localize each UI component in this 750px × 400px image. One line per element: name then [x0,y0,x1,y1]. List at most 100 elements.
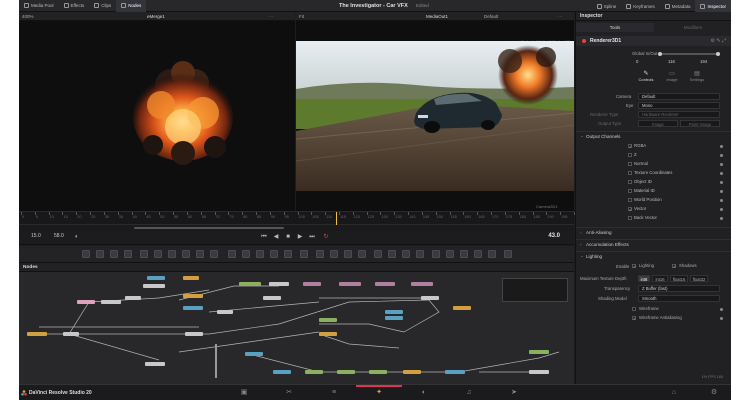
effects-button[interactable]: Effects [59,0,90,12]
channel-checkbox[interactable]: ✓ [628,144,632,149]
loop-icon[interactable]: ↻ [323,234,329,240]
cut-page-icon[interactable]: ✂ [284,388,294,398]
settings-gear-icon[interactable]: ⚙ [709,388,719,398]
subtab-controls[interactable]: ✎ Controls [636,70,656,82]
depth-float16[interactable]: float16 [670,275,688,282]
home-icon[interactable]: ⌂ [669,388,679,398]
text3d-tool-icon[interactable] [344,250,352,258]
light-tool-icon[interactable] [374,250,382,258]
metadata-button[interactable]: Metadata [660,0,696,12]
viewer-right-options-icon[interactable]: ⋯ [558,12,563,21]
node-minimap[interactable] [502,278,568,302]
channel-keyframe-icon[interactable] [720,199,723,202]
viewer-right-lut[interactable]: Default [484,12,498,21]
image-plane-tool-icon[interactable] [316,250,324,258]
node-color-dot[interactable] [582,39,586,43]
section-accumulation-effects[interactable]: Accumulation Effects [576,239,731,249]
shadows-checkbox[interactable]: ✓ [672,264,676,269]
section-output-channels[interactable]: Output Channels [576,131,731,140]
output-type-point-image[interactable]: Point Image [680,120,720,127]
fairlight-page-icon[interactable]: ♫ [464,388,474,398]
camera3d-tool-icon[interactable] [358,250,366,258]
channel-checkbox[interactable] [628,180,632,184]
spline-button[interactable]: Spline [592,0,622,12]
tab-modifiers[interactable]: Modifiers [654,23,731,32]
polygon-tool-icon[interactable] [284,250,292,258]
background-tool-icon[interactable] [82,250,90,258]
brightness-tool-icon[interactable] [182,250,190,258]
channel-keyframe-icon[interactable] [720,145,723,148]
global-out-value[interactable]: 194 [700,59,707,64]
media-pool-button[interactable]: Media Pool [19,0,59,12]
viewer-right-zoom[interactable]: Fit [299,12,304,21]
bspline-tool-icon[interactable] [300,250,308,258]
go-to-start-icon[interactable]: ⏮ [261,234,267,240]
current-frame[interactable]: 43.0 [548,233,560,239]
edit-page-icon[interactable]: ≡ [329,388,339,398]
particle-emitter-tool-icon[interactable] [416,250,424,258]
subtab-settings[interactable]: ▤ Settings [686,70,708,82]
channel-checkbox[interactable] [628,216,632,220]
renderer3d-tool-icon[interactable] [402,250,410,258]
stop-icon[interactable]: ■ [285,234,291,240]
wireframe-aa-checkbox[interactable]: ✓ [632,316,636,321]
planar-tracker-tool-icon[interactable] [460,250,468,258]
media-page-icon[interactable]: ▣ [239,388,249,398]
channel-checkbox[interactable] [628,198,632,202]
depth-int16[interactable]: int16 [652,275,668,282]
ellipse-tool-icon[interactable] [270,250,278,258]
depth-int8[interactable]: int8 [638,275,650,282]
node-actions-icon[interactable]: ⚙ ✎ ⤢ [711,38,726,44]
wireframe-keyframe-icon[interactable] [720,308,723,311]
global-in-value[interactable]: 0 [636,59,638,64]
keyframes-button[interactable]: Keyframes [621,0,660,12]
clips-button[interactable]: Clips [89,0,116,12]
particle-render-tool-icon[interactable] [432,250,440,258]
viewer-left[interactable] [19,21,295,211]
camera-dropdown[interactable]: Default [638,93,720,100]
wireframe-aa-keyframe-icon[interactable] [720,317,723,320]
text-tool-icon[interactable] [110,250,118,258]
node-graph[interactable] [19,272,574,384]
play-icon[interactable]: ▶ [297,234,303,240]
rectangle-tool-icon[interactable] [256,250,264,258]
depth-float32[interactable]: float32 [690,275,708,282]
shading-model-dropdown[interactable]: Smooth [638,295,720,302]
channel-keyframe-icon[interactable] [720,163,723,166]
tab-tools[interactable]: Tools [576,23,654,32]
in-point-field[interactable]: 15.0 [31,233,41,239]
matte-tool-icon[interactable] [210,250,218,258]
go-to-end-icon[interactable]: ⏭ [309,234,315,240]
audio-icon[interactable]: ◖ [73,234,79,240]
fusion-page-icon[interactable]: ✦ [374,388,384,398]
merge-tool-icon[interactable] [124,250,132,258]
deliver-page-icon[interactable]: ➤ [509,388,519,398]
output-type-image[interactable]: Image [638,120,678,127]
channel-checkbox[interactable] [628,171,632,175]
channel-checkbox[interactable] [628,153,632,157]
channel-checkbox[interactable]: ✓ [628,207,632,212]
channel-keyframe-icon[interactable] [720,172,723,175]
subtab-image[interactable]: ▭ Image [662,70,682,82]
scrub-bar-thumb[interactable] [134,227,284,229]
channel-keyframe-icon[interactable] [720,154,723,157]
global-mid-value[interactable]: 116 [668,59,675,64]
paint-tool-icon[interactable] [96,250,104,258]
section-anti-aliasing[interactable]: Anti-Aliasing [576,227,731,237]
transparency-dropdown[interactable]: Z Buffer (fast) [638,285,720,292]
viewer-right[interactable]: Default: 2048x1080xfloat32 [296,21,574,211]
node-canvas[interactable] [19,272,574,384]
keyer-tool-icon[interactable] [474,250,482,258]
nodes-button[interactable]: Nodes [116,0,147,12]
channel-tool-icon[interactable] [196,250,204,258]
channel-keyframe-icon[interactable] [720,217,723,220]
playhead[interactable] [336,212,337,226]
tracker-tool-icon[interactable] [446,250,454,258]
fx-tool-icon[interactable] [488,250,496,258]
step-back-icon[interactable]: ◀ [273,234,279,240]
renderer-type-dropdown[interactable]: Hardware Renderer [638,111,720,118]
eye-dropdown[interactable]: Mono [638,102,720,109]
global-in-handle[interactable] [658,52,662,56]
merge3d-tool-icon[interactable] [388,250,396,258]
inspector-button[interactable]: Inspector [695,0,731,12]
